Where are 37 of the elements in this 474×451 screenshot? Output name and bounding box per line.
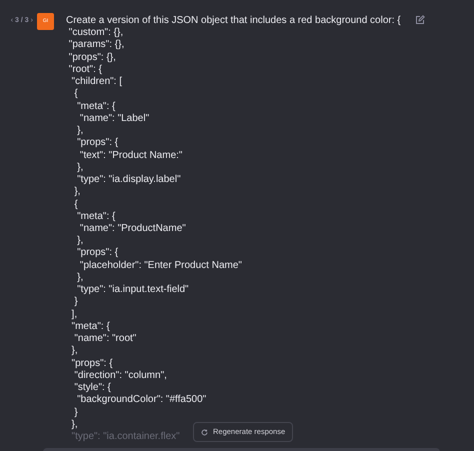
message-line: "meta": { (76, 210, 116, 223)
message-line: "text": "Product Name:" (78, 150, 182, 162)
message-line: ], (70, 308, 78, 321)
message-line: "type": "ia.container.flex" (70, 430, 180, 444)
message-line: "backgroundColor": "#ffa500" (76, 394, 206, 406)
message-line: "name": "ProductName" (78, 222, 186, 236)
message-line: }, (76, 162, 84, 174)
message-line: Create a version of this JSON object that includes a red background color: { (66, 15, 401, 28)
message-line: "type": "ia.display.label" (76, 174, 181, 186)
message-line: }, (76, 272, 84, 284)
message-line: "meta": { (76, 100, 116, 113)
message-line: }, (76, 125, 84, 138)
message-line: "props": { (76, 137, 118, 150)
message-line: } (73, 406, 78, 419)
message-line: "props": { (70, 358, 113, 370)
message-line: "type": "ia.input.text-field" (76, 284, 189, 296)
message-line: "meta": { (70, 320, 110, 334)
message-line: "name": "Label" (78, 112, 150, 126)
message-line: "direction": "column", (73, 370, 167, 382)
message-line: "props": { (76, 247, 118, 260)
message-line: }, (70, 418, 78, 431)
message-line: "props": {}, (68, 52, 116, 64)
message-line: "custom": {}, (68, 27, 124, 40)
message-line: { (73, 88, 78, 101)
message-line: { (73, 198, 78, 211)
message-line: "children": [ (70, 76, 122, 88)
message-line: }, (76, 235, 84, 248)
message-line: "params": {}, (68, 39, 124, 52)
message-line: } (73, 296, 78, 309)
message-line: "placeholder": "Enter Product Name" (78, 260, 242, 272)
message-line: "root": { (68, 64, 102, 76)
refresh-icon (201, 428, 208, 436)
message-line: }, (73, 186, 80, 199)
message-line: "style": { (73, 382, 111, 394)
message-line: }, (70, 345, 78, 358)
edit-icon[interactable] (415, 15, 425, 25)
message-line: "name": "root" (73, 333, 136, 346)
